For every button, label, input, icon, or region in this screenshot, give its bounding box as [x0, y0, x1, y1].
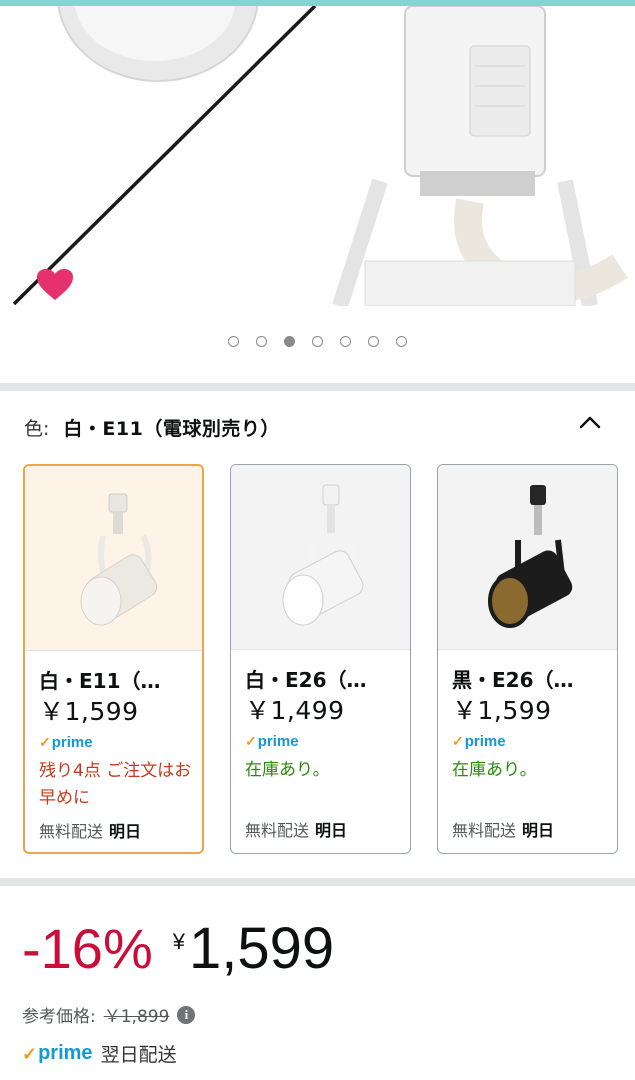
- carousel-indicator[interactable]: [0, 336, 635, 347]
- variant-price: ￥1,599: [452, 696, 552, 725]
- stock-status: 残り4点 ご注文はお早めに: [39, 761, 192, 808]
- variant-price: ￥1,599: [39, 697, 139, 726]
- stock-status: 在庫あり。: [452, 760, 537, 780]
- prime-check-icon: ✓: [452, 733, 464, 749]
- variant-label: 色:: [24, 418, 50, 440]
- carousel-dot[interactable]: [312, 336, 323, 347]
- variant-price: ￥1,499: [245, 696, 345, 725]
- carousel-dot[interactable]: [340, 336, 351, 347]
- prime-label: prime: [38, 1042, 93, 1064]
- delivery-row: ✓ prime 翌日配送: [22, 1040, 177, 1067]
- carousel-dot[interactable]: [228, 336, 239, 347]
- prime-label: prime: [257, 733, 299, 750]
- shipping-info: 無料配送 明日: [245, 817, 347, 841]
- reference-price-label: 参考価格:: [22, 1007, 96, 1027]
- carousel-dot[interactable]: [284, 336, 295, 347]
- discount-percentage: -16%: [22, 917, 153, 980]
- reference-price: ￥1,899: [103, 1007, 170, 1027]
- prime-badge: ✓ prime: [245, 731, 299, 750]
- stock-status: 在庫あり。: [245, 760, 330, 780]
- price-block: -16% ¥ 1,599: [22, 915, 334, 983]
- variant-thumbnail: [231, 465, 410, 650]
- variant-selected-value: 白・E11（電球別売り）: [63, 418, 280, 440]
- shipping-day: 明日: [109, 822, 142, 841]
- variant-name: 白・E11（…: [39, 669, 161, 693]
- shipping-label: 無料配送: [452, 821, 517, 840]
- shipping-label: 無料配送: [39, 822, 104, 841]
- carousel-dot[interactable]: [256, 336, 267, 347]
- prime-label: prime: [51, 734, 93, 751]
- info-icon[interactable]: i: [177, 1005, 196, 1024]
- prime-badge: ✓ prime: [452, 731, 506, 750]
- variant-card-white-e26[interactable]: 白・E26（… ￥1,499 ✓ prime 在庫あり。 無料配送 明日: [230, 464, 411, 854]
- carousel-dot[interactable]: [396, 336, 407, 347]
- variant-thumbnail: [438, 465, 617, 650]
- chevron-up-icon[interactable]: [575, 410, 605, 434]
- prime-label: prime: [464, 733, 506, 750]
- reference-price-row: 参考価格: ￥1,899 i: [22, 1002, 196, 1027]
- shipping-info: 無料配送 明日: [452, 817, 554, 841]
- currency-symbol: ¥: [172, 929, 185, 954]
- shipping-label: 無料配送: [245, 821, 310, 840]
- variant-thumbnail: [25, 466, 202, 651]
- shipping-day: 明日: [522, 821, 555, 840]
- section-divider: [0, 383, 635, 391]
- variant-card-black-e26[interactable]: 黒・E26（… ￥1,599 ✓ prime 在庫あり。 無料配送 明日: [437, 464, 618, 854]
- variant-name: 白・E26（…: [245, 668, 367, 692]
- shipping-day: 明日: [315, 821, 348, 840]
- heart-icon[interactable]: [36, 268, 74, 302]
- price-amount: 1,599: [188, 916, 335, 981]
- delivery-text: 翌日配送: [100, 1044, 177, 1066]
- variant-card-white-e11[interactable]: 白・E11（… ￥1,599 ✓ prime 残り4点 ご注文はお早めに 無料配送…: [23, 464, 204, 854]
- section-divider: [0, 878, 635, 886]
- variant-name: 黒・E26（…: [452, 668, 574, 692]
- prime-check-icon: ✓: [39, 734, 51, 750]
- shipping-info: 無料配送 明日: [39, 818, 141, 842]
- prime-check-icon: ✓: [22, 1044, 38, 1064]
- carousel-dot[interactable]: [368, 336, 379, 347]
- product-image[interactable]: [0, 6, 635, 306]
- prime-badge: ✓ prime: [39, 732, 93, 751]
- prime-check-icon: ✓: [245, 733, 257, 749]
- variant-header: 色: 白・E11（電球別売り）: [24, 414, 280, 441]
